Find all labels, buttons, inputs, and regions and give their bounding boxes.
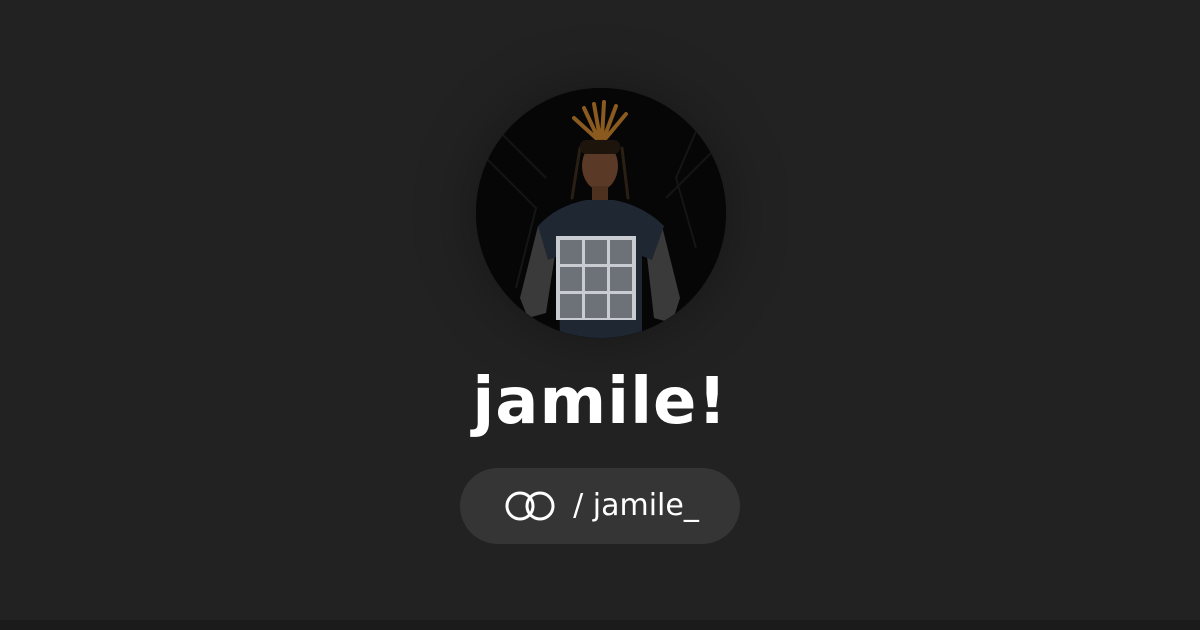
handle-button[interactable]: / jamile_ bbox=[460, 468, 740, 544]
profile-photo bbox=[476, 88, 726, 338]
bottom-divider bbox=[0, 620, 1200, 630]
display-name: jamile! bbox=[472, 365, 728, 439]
linked-circles-icon bbox=[501, 488, 559, 524]
handle-text: / jamile_ bbox=[573, 488, 699, 523]
avatar bbox=[476, 88, 726, 338]
